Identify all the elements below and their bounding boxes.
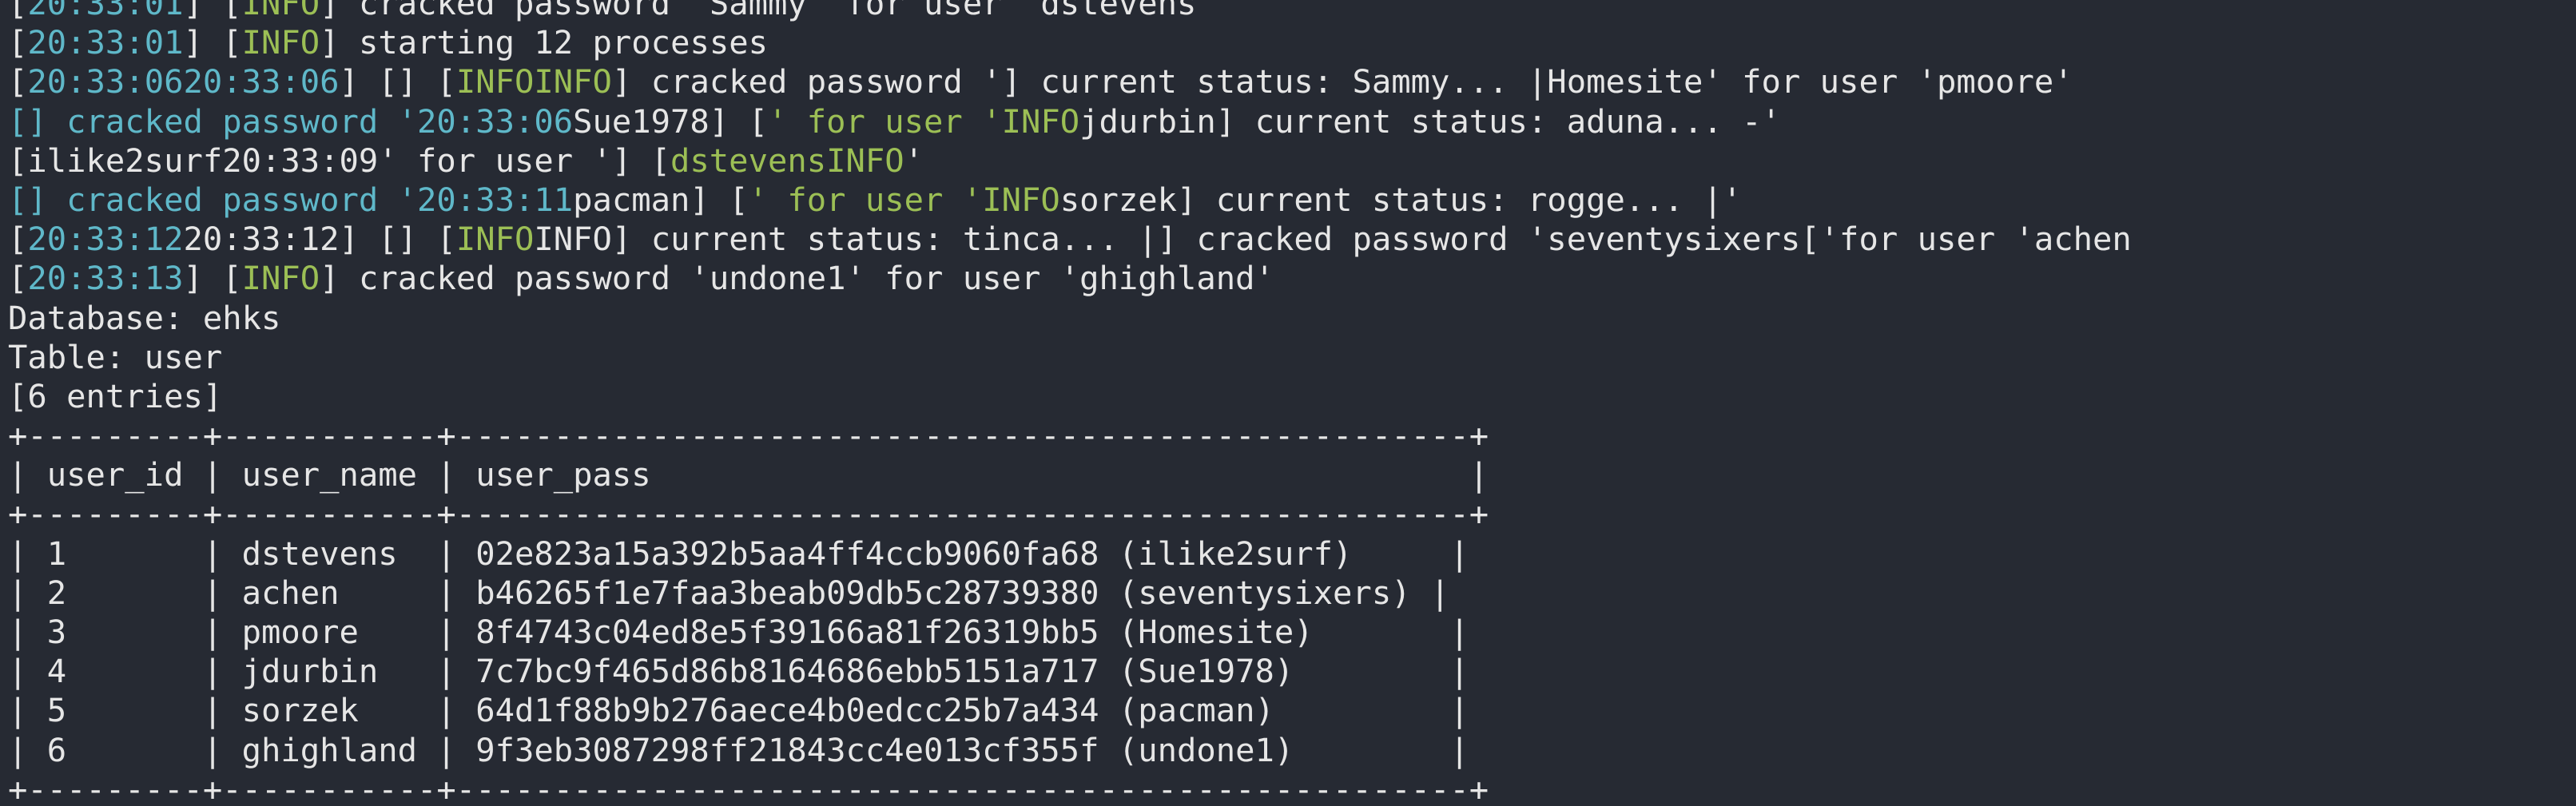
terminal-line: Database: ehks xyxy=(8,299,2132,338)
terminal-text-segment: | 4 | jdurbin | 7c7bc9f465d86b8164686ebb… xyxy=(8,652,1469,691)
terminal-text-segment: INFO xyxy=(982,180,1060,219)
terminal-line: [20:33:01] [INFO] cracked password 'Samm… xyxy=(8,0,2132,23)
terminal-text-segment: ] cracked password '] current status: Sa… xyxy=(611,62,2073,101)
terminal-line: | 3 | pmoore | 8f4743c04ed8e5f39166a81f2… xyxy=(8,613,2132,652)
terminal-text-segment: INFO xyxy=(241,0,320,22)
terminal-text-segment: sorzek] current status: rogge... |' xyxy=(1059,180,1743,219)
terminal-text-segment: 20:33:12] [] [ xyxy=(183,220,456,259)
terminal-line: [ilike2surf20:33:09' for user '] [dsteve… xyxy=(8,141,2132,181)
terminal-text-segment: Sue1978] [ xyxy=(573,101,768,141)
terminal-text-segment: ] [ xyxy=(183,23,242,62)
terminal-text-segment: 20:33:01 xyxy=(27,0,184,22)
terminal-text-segment: | 2 | achen | b46265f1e7faa3beab09db5c28… xyxy=(8,573,1450,612)
terminal-text-segment: | 5 | sorzek | 64d1f88b9b276aece4b0edcc2… xyxy=(8,691,1469,730)
terminal-text-segment: [ xyxy=(8,220,28,259)
terminal-line: Table: user xyxy=(8,338,2132,377)
terminal-text-segment: ] starting 12 processes xyxy=(320,23,768,62)
terminal-text-segment: +---------+-----------+-----------------… xyxy=(8,416,1489,455)
terminal-text-segment: +---------+-----------+-----------------… xyxy=(8,769,1489,806)
terminal-line: [20:33:1220:33:12] [] [INFOINFO] current… xyxy=(8,220,2132,259)
terminal-line: | 1 | dstevens | 02e823a15a392b5aa4ff4cc… xyxy=(8,534,2132,574)
terminal-output: [20:33:01] [INFO] cracked password 'Samm… xyxy=(8,0,2132,806)
terminal-line: +---------+-----------+-----------------… xyxy=(8,416,2132,455)
terminal-text-segment: [] cracked password ' xyxy=(8,101,418,141)
terminal-text-segment: Database: ehks xyxy=(8,298,281,337)
terminal-text-segment: ' for user ' xyxy=(748,180,983,219)
terminal-text-segment: ] [ xyxy=(183,0,242,22)
terminal-text-segment: INFO xyxy=(241,259,320,298)
terminal-line: [] cracked password '20:33:11pacman] [' … xyxy=(8,181,2132,220)
terminal-text-segment: 20:33:06 xyxy=(417,101,574,141)
terminal-text-segment: ] cracked password 'undone1' for user 'g… xyxy=(320,259,1274,298)
terminal-line: | 2 | achen | b46265f1e7faa3beab09db5c28… xyxy=(8,574,2132,613)
terminal-line: | 4 | jdurbin | 7c7bc9f465d86b8164686ebb… xyxy=(8,652,2132,691)
terminal-text-segment: [ilike2surf20:33:09' for user '] [ xyxy=(8,141,671,180)
terminal-text-segment: pacman] [ xyxy=(573,180,749,219)
terminal-text-segment: [ xyxy=(8,62,28,101)
terminal-text-segment: ] [ xyxy=(183,259,242,298)
terminal-text-segment: Table: user xyxy=(8,337,223,376)
terminal-text-segment: +---------+-----------+-----------------… xyxy=(8,494,1489,534)
terminal-text-segment: 20:33:01 xyxy=(27,23,184,62)
terminal-text-segment: INFO xyxy=(455,220,535,259)
terminal-text-segment: [6 entries] xyxy=(8,376,223,415)
terminal-text-segment: [ xyxy=(8,0,28,22)
terminal-text-segment: INFO xyxy=(241,23,320,62)
terminal-line: | user_id | user_name | user_pass | xyxy=(8,455,2132,494)
terminal-text-segment: [ xyxy=(8,259,28,298)
terminal-line: [20:33:01] [INFO] starting 12 processes xyxy=(8,23,2132,62)
terminal-text-segment: [ xyxy=(8,23,28,62)
terminal-line: | 6 | ghighland | 9f3eb3087298ff21843cc4… xyxy=(8,731,2132,770)
terminal-line: [6 entries] xyxy=(8,377,2132,416)
terminal-text-segment: 20:33:12 xyxy=(27,220,184,259)
terminal-text-segment: 20:33:0620:33:06 xyxy=(27,62,340,101)
terminal-text-segment: 20:33:13 xyxy=(27,259,184,298)
terminal-text-segment: | 6 | ghighland | 9f3eb3087298ff21843cc4… xyxy=(8,730,1469,769)
terminal-text-segment: dstevensINFO xyxy=(670,141,904,180)
terminal-text-segment: ] cracked password 'Sammy' for user 'dst… xyxy=(320,0,1216,22)
terminal-text-segment: INFOINFO xyxy=(455,62,612,101)
terminal-text-segment: | 1 | dstevens | 02e823a15a392b5aa4ff4cc… xyxy=(8,534,1469,573)
terminal-text-segment: [] cracked password ' xyxy=(8,180,418,219)
terminal-window[interactable]: [20:33:01] [INFO] cracked password 'Samm… xyxy=(0,0,2576,806)
terminal-text-segment: ' for user ' xyxy=(767,101,1002,141)
terminal-text-segment: 20:33:11 xyxy=(417,180,574,219)
terminal-line: +---------+-----------+-----------------… xyxy=(8,770,2132,806)
terminal-text-segment: ' xyxy=(904,141,924,180)
terminal-line: | 5 | sorzek | 64d1f88b9b276aece4b0edcc2… xyxy=(8,691,2132,730)
terminal-text-segment: jdurbin] current status: aduna... -' xyxy=(1079,101,1781,141)
terminal-line: +---------+-----------+-----------------… xyxy=(8,494,2132,534)
terminal-text-segment: | 3 | pmoore | 8f4743c04ed8e5f39166a81f2… xyxy=(8,613,1469,651)
terminal-text-segment: INFO] current status: tinca... |] cracke… xyxy=(534,220,2132,259)
terminal-line: [] cracked password '20:33:06Sue1978] ['… xyxy=(8,102,2132,141)
terminal-text-segment: ] [] [ xyxy=(339,62,456,101)
terminal-line: [20:33:0620:33:06] [] [INFOINFO] cracked… xyxy=(8,62,2132,101)
terminal-text-segment: INFO xyxy=(1001,101,1080,141)
terminal-line: [20:33:13] [INFO] cracked password 'undo… xyxy=(8,259,2132,298)
terminal-text-segment: | user_id | user_name | user_pass | xyxy=(8,455,1489,494)
